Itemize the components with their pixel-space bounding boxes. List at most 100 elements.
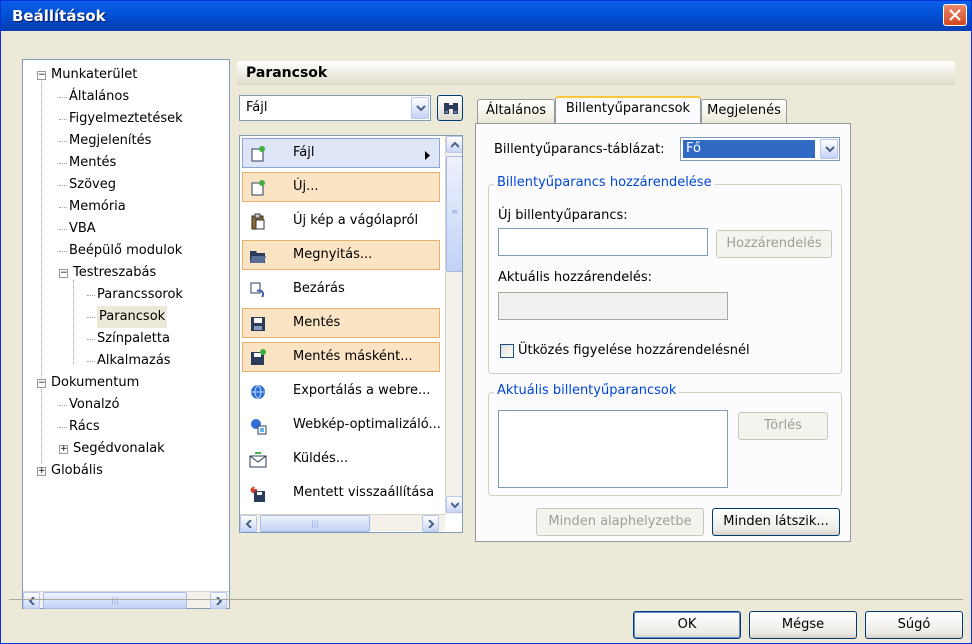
tree-item[interactable]: Figyelmeztetések <box>23 108 223 130</box>
delete-button-label: Törlés <box>764 418 802 433</box>
tree-item-label: Testreszabás <box>73 265 157 280</box>
folder-open-icon <box>249 247 267 265</box>
file-new-icon <box>249 145 267 163</box>
ok-button[interactable]: OK <box>633 611 741 639</box>
file-new-icon <box>249 179 267 197</box>
bottom-separator <box>9 599 963 600</box>
scroll-left-button[interactable] <box>23 592 40 609</box>
tree-item[interactable]: Memória <box>23 196 223 218</box>
tree-item[interactable]: Általános <box>23 86 223 108</box>
command-list-item[interactable]: Mentés <box>242 308 440 338</box>
reset-all-button[interactable]: Minden alaphelyzetbe <box>536 508 704 536</box>
expand-icon[interactable]: + <box>59 445 68 454</box>
command-label: Mentés <box>293 315 341 330</box>
scroll-left-button[interactable] <box>240 515 257 532</box>
settings-tree: ||| − Munkaterület Általános Figyelmeztetés… <box>22 59 230 609</box>
scroll-down-button[interactable] <box>446 496 462 513</box>
tab-shortcuts[interactable]: Billentyűparancsok <box>555 96 701 123</box>
tree-connector <box>87 317 95 318</box>
title-bar: Beállítások <box>1 1 971 31</box>
shortcut-table-dropdown[interactable] <box>820 139 838 159</box>
find-command-button[interactable] <box>437 95 463 121</box>
scroll-right-button[interactable] <box>422 515 439 532</box>
scroll-up-button[interactable] <box>446 136 462 153</box>
command-list-item[interactable]: Mentett visszaállítása <box>242 478 440 508</box>
collapse-icon[interactable]: − <box>59 269 68 278</box>
tree-item-label: Memória <box>69 199 126 214</box>
shortcut-table-label: Billentyűparancs-táblázat: <box>494 142 665 157</box>
tree-item[interactable]: − Testreszabás <box>23 262 223 284</box>
tree-connector <box>59 427 67 428</box>
command-label: Megnyitás... <box>293 247 373 262</box>
tree-item[interactable]: Mentés <box>23 152 223 174</box>
category-combo[interactable]: Fájl <box>239 95 431 121</box>
assign-button-label: Hozzárendelés <box>726 236 822 251</box>
help-button[interactable]: Súgó <box>865 611 963 639</box>
command-list-vscroll[interactable]: ≡ <box>445 136 462 514</box>
command-list-item[interactable]: Webkép-optimalizáló... <box>242 410 441 440</box>
command-label: Új... <box>293 179 319 194</box>
command-list-item[interactable]: Mentés másként... <box>242 342 440 372</box>
tree-scroll-thumb[interactable]: ||| <box>43 592 187 609</box>
clipboard-icon <box>249 213 267 231</box>
tab-appearance[interactable]: Megjelenés <box>701 99 787 123</box>
shortcut-table-combo[interactable]: Fő <box>680 137 840 161</box>
command-list-scroll-thumb[interactable]: ≡ <box>446 156 462 272</box>
tree-connector <box>59 405 67 406</box>
tree-connector <box>87 295 95 296</box>
command-list-item[interactable]: Küldés... <box>242 444 440 474</box>
current-shortcuts-list[interactable] <box>498 410 728 488</box>
tree-item[interactable]: Vonalzó <box>23 394 223 416</box>
envelope-icon <box>249 451 267 469</box>
help-button-label: Súgó <box>897 617 931 632</box>
command-list-item[interactable]: Exportálás a webre... <box>242 376 440 406</box>
tab-appearance-label: Megjelenés <box>707 103 781 118</box>
tree-item[interactable]: + Segédvonalak <box>23 438 223 460</box>
tree-item[interactable]: − Munkaterület <box>23 64 223 86</box>
conflict-checkbox-label[interactable]: Ütközés figyelése hozzárendelésnél <box>518 343 750 358</box>
command-list-item[interactable]: Fájl <box>242 138 440 168</box>
close-icon <box>949 9 961 21</box>
tree-item[interactable]: Szöveg <box>23 174 223 196</box>
tree-item[interactable]: Megjelenítés <box>23 130 223 152</box>
tree-item[interactable]: Beépülő modulok <box>23 240 223 262</box>
close-button[interactable] <box>943 4 967 26</box>
shortcut-table-value: Fő <box>683 140 815 158</box>
assign-button[interactable]: Hozzárendelés <box>716 230 832 258</box>
command-list-hscroll[interactable]: ||| <box>240 514 445 532</box>
tree-item-label: Mentés <box>69 155 117 170</box>
tree-item[interactable]: Színpaletta <box>23 328 223 350</box>
tree-item-label: Parancsok <box>97 306 168 328</box>
tree-item[interactable]: Rács <box>23 416 223 438</box>
category-combo-dropdown[interactable] <box>411 97 429 119</box>
tree-item[interactable]: + Globális <box>23 460 223 482</box>
scroll-right-button[interactable] <box>210 592 227 609</box>
delete-button[interactable]: Törlés <box>738 412 828 440</box>
web-optimizer-icon <box>249 417 267 435</box>
expand-icon[interactable]: + <box>37 467 46 476</box>
floppy-saveas-icon <box>249 349 267 367</box>
command-list-item[interactable]: Új... <box>242 172 440 202</box>
command-list-hthumb[interactable]: ||| <box>260 515 370 532</box>
tree-item[interactable]: Parancsok <box>23 306 223 328</box>
tree-connector <box>59 97 67 98</box>
tree-item[interactable]: Parancssorok <box>23 284 223 306</box>
command-list-item[interactable]: Megnyitás... <box>242 240 440 270</box>
tree-item-label: Alkalmazás <box>97 353 171 368</box>
command-list-item[interactable]: Új kép a vágólapról <box>242 206 440 236</box>
tree-item[interactable]: VBA <box>23 218 223 240</box>
tree-item[interactable]: Alkalmazás <box>23 350 223 372</box>
command-list-item[interactable]: Bezárás <box>242 274 440 304</box>
tab-general[interactable]: Általános <box>477 99 555 123</box>
tree-item[interactable]: − Dokumentum <box>23 372 223 394</box>
tree-connector <box>59 229 67 230</box>
collapse-icon[interactable]: − <box>37 379 46 388</box>
command-list[interactable]: Mentett visszaállítása Küldés... Webkép-op… <box>239 135 463 533</box>
current-shortcuts-group-title: Aktuális billentyűparancsok <box>494 383 680 398</box>
view-all-button[interactable]: Minden látszik... <box>712 508 840 536</box>
cancel-button[interactable]: Mégse <box>749 611 857 639</box>
conflict-checkbox[interactable] <box>500 344 514 358</box>
tree-connector <box>59 119 67 120</box>
collapse-icon[interactable]: − <box>37 71 46 80</box>
new-shortcut-input[interactable] <box>498 228 708 256</box>
